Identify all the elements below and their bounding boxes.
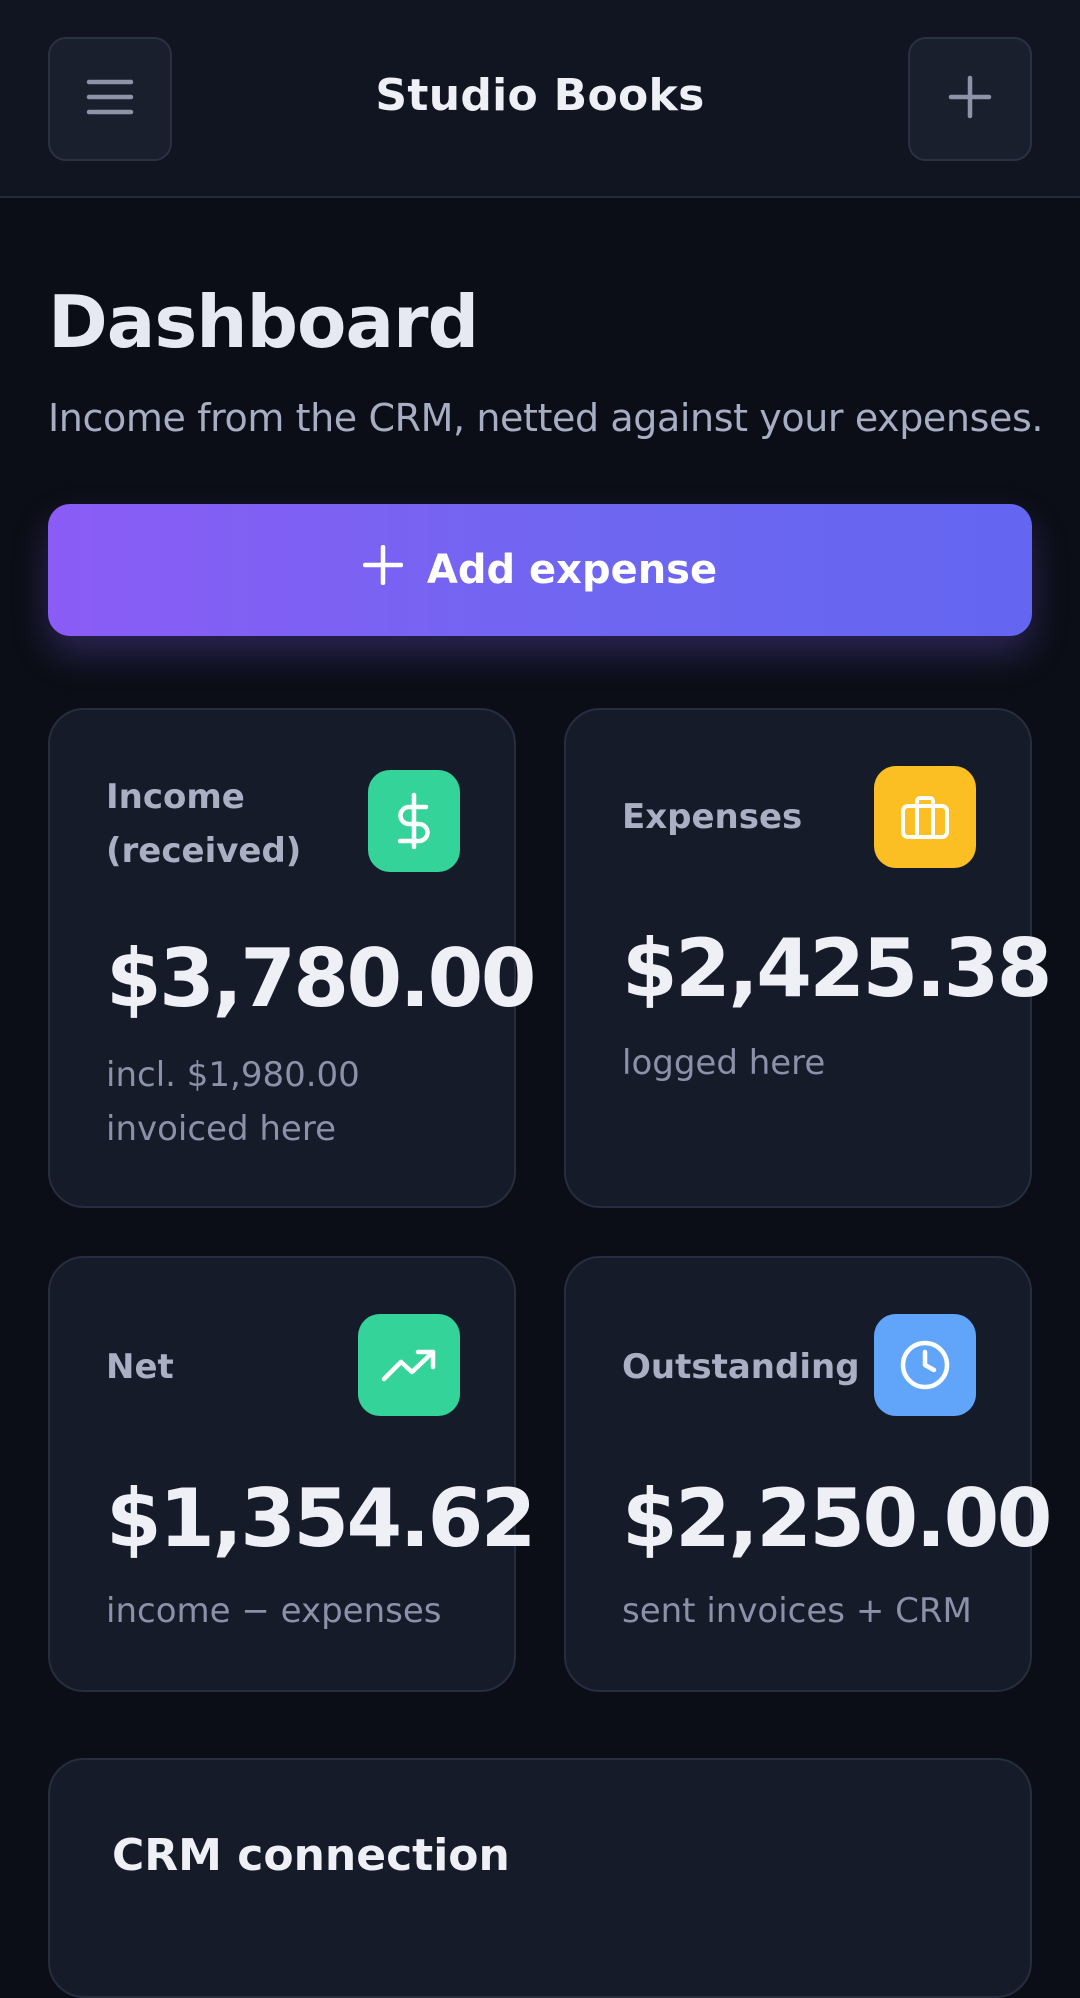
expenses-label: Expenses xyxy=(622,797,803,837)
dollar-icon xyxy=(368,770,460,872)
crm-connection-card: CRM connection xyxy=(48,1758,1032,1998)
net-label: Net xyxy=(106,1347,174,1387)
clock-icon xyxy=(874,1314,976,1416)
page-subtitle: Income from the CRM, netted against your… xyxy=(48,396,1044,440)
income-value: $3,780.00 xyxy=(106,932,536,1025)
income-note: incl. $1,980.00 invoiced here xyxy=(106,1055,360,1149)
add-expense-label: Add expense xyxy=(426,547,718,593)
net-note: income − expenses xyxy=(106,1591,442,1631)
expenses-card[interactable]: Expenses $2,425.38 logged here xyxy=(564,708,1052,1208)
net-value: $1,354.62 xyxy=(106,1472,536,1565)
expenses-note: logged here xyxy=(622,1043,826,1083)
income-card[interactable]: Income (received) $3,780.00 incl. $1,980… xyxy=(48,708,536,1208)
plus-icon xyxy=(362,544,404,595)
income-label: Income (received) xyxy=(106,777,302,871)
page-title: Dashboard xyxy=(48,280,479,364)
outstanding-note: sent invoices + CRM xyxy=(622,1591,972,1631)
briefcase-icon xyxy=(874,766,976,868)
add-button[interactable] xyxy=(908,37,1032,161)
trending-up-icon xyxy=(358,1314,460,1416)
outstanding-card[interactable]: Outstanding $2,250.00 sent invoices + CR… xyxy=(564,1256,1052,1692)
plus-icon xyxy=(948,75,992,123)
top-bar: Studio Books xyxy=(0,0,1080,198)
net-card[interactable]: Net $1,354.62 income − expenses xyxy=(48,1256,536,1692)
expenses-value: $2,425.38 xyxy=(622,922,1052,1015)
outstanding-value: $2,250.00 xyxy=(622,1472,1052,1565)
outstanding-label: Outstanding xyxy=(622,1347,860,1387)
add-expense-button[interactable]: Add expense xyxy=(48,504,1032,636)
crm-connection-title: CRM connection xyxy=(112,1830,510,1881)
